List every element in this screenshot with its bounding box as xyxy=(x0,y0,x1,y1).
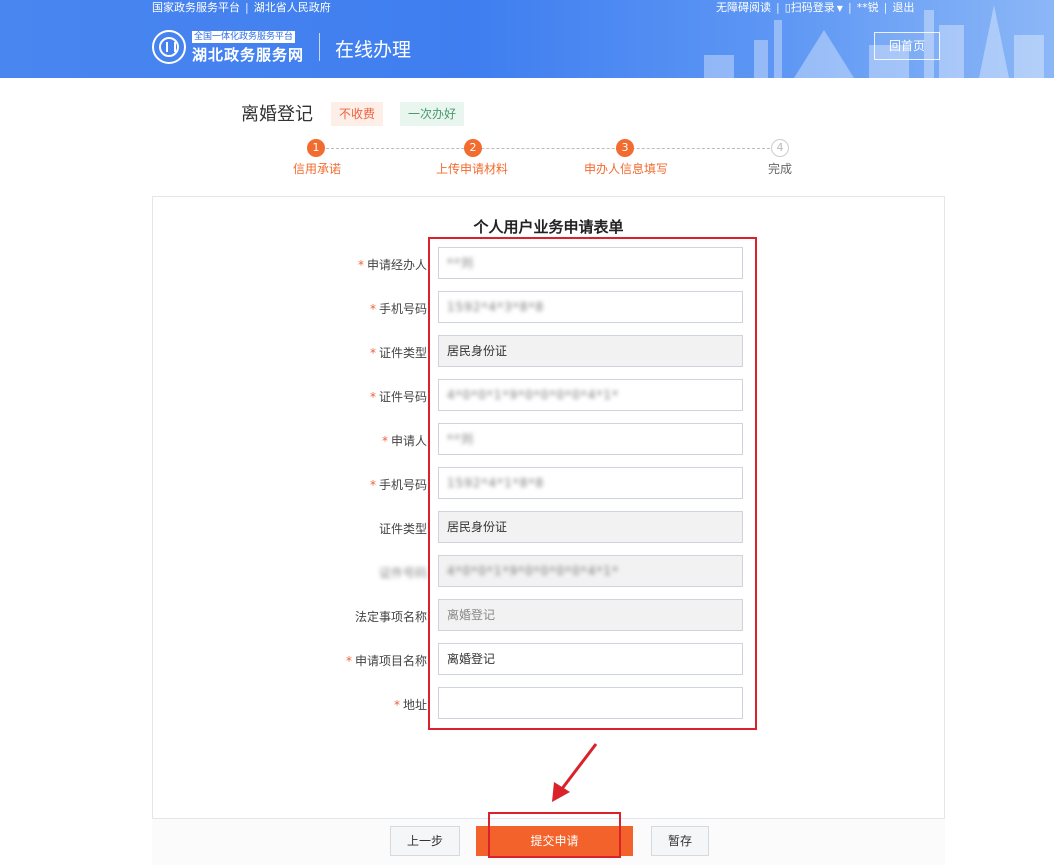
logout-link[interactable]: 退出 xyxy=(892,1,914,14)
fee-badge: 不收费 xyxy=(331,102,384,126)
required-mark: * xyxy=(369,390,376,404)
chevron-down-icon: ▼ xyxy=(836,4,843,13)
step-2-icon: 2 xyxy=(464,139,482,157)
step-1-icon: 1 xyxy=(307,139,325,157)
field-label-applicant-phone: * 手机号码 xyxy=(369,478,427,492)
required-mark: * xyxy=(393,698,400,712)
section-title: 在线办理 xyxy=(335,39,412,61)
field-label-project-name: * 申请项目名称 xyxy=(345,654,427,668)
required-mark: * xyxy=(381,434,388,448)
field-label-applicant-id-type: 证件类型 xyxy=(378,522,427,536)
page-title: 离婚登记 xyxy=(241,104,313,125)
steps-connector xyxy=(316,148,780,149)
scan-login-link[interactable]: 扫码登录 xyxy=(791,1,835,14)
field-label-agent-id-number: * 证件号码 xyxy=(369,390,427,404)
field-label-legal-item: 法定事项名称 xyxy=(354,610,427,624)
field-label-address: * 地址 xyxy=(393,698,427,712)
field-label-agent-id-type: * 证件类型 xyxy=(369,346,427,360)
accessibility-link[interactable]: 无障碍阅读 xyxy=(716,1,771,14)
site-logo-icon[interactable] xyxy=(152,30,186,64)
save-draft-button[interactable]: 暂存 xyxy=(651,826,709,856)
field-label-applicant-id-number: 证件号码 xyxy=(378,566,427,580)
fields-highlight-box xyxy=(428,237,757,730)
home-button[interactable]: 回首页 xyxy=(874,32,940,60)
site-header: 国家政务服务平台 | 湖北省人民政府 无障碍阅读 | ▯扫码登录 ▼ | **锐 | 退出 全国一… xyxy=(0,0,1054,78)
form-title: 个人用户业务申请表单 xyxy=(473,218,624,236)
step-4-label: 完成 xyxy=(767,162,793,176)
step-1-label: 信用承诺 xyxy=(292,162,342,176)
previous-step-button[interactable]: 上一步 xyxy=(390,826,460,856)
step-4-icon: 4 xyxy=(771,139,789,157)
brand-subtitle: 全国一体化政务服务平台 xyxy=(192,31,296,43)
required-mark: * xyxy=(369,302,376,316)
submit-highlight-box xyxy=(488,812,621,858)
required-mark: * xyxy=(369,346,376,360)
annotation-arrow-icon xyxy=(552,743,598,802)
step-3-label: 申办人信息填写 xyxy=(583,162,669,176)
national-platform-link[interactable]: 国家政务服务平台 xyxy=(152,1,240,14)
brand-divider xyxy=(319,33,320,61)
field-label-applicant: * 申请人 xyxy=(381,434,427,448)
step-3-icon: 3 xyxy=(616,139,634,157)
required-mark: * xyxy=(369,478,376,492)
brand-name[interactable]: 湖北政务服务网 xyxy=(192,44,304,65)
field-label-agent: * 申请经办人 xyxy=(357,258,427,272)
one-time-badge: 一次办好 xyxy=(400,102,465,126)
hubei-gov-link[interactable]: 湖北省人民政府 xyxy=(254,1,331,14)
username-link[interactable]: **锐 xyxy=(857,1,879,14)
step-2-label: 上传申请材料 xyxy=(435,162,509,176)
required-mark: * xyxy=(357,258,364,272)
field-label-agent-phone: * 手机号码 xyxy=(369,302,427,316)
required-mark: * xyxy=(345,654,352,668)
top-utility-bar: 国家政务服务平台 | 湖北省人民政府 无障碍阅读 | ▯扫码登录 ▼ | **锐 | 退出 xyxy=(152,1,915,14)
